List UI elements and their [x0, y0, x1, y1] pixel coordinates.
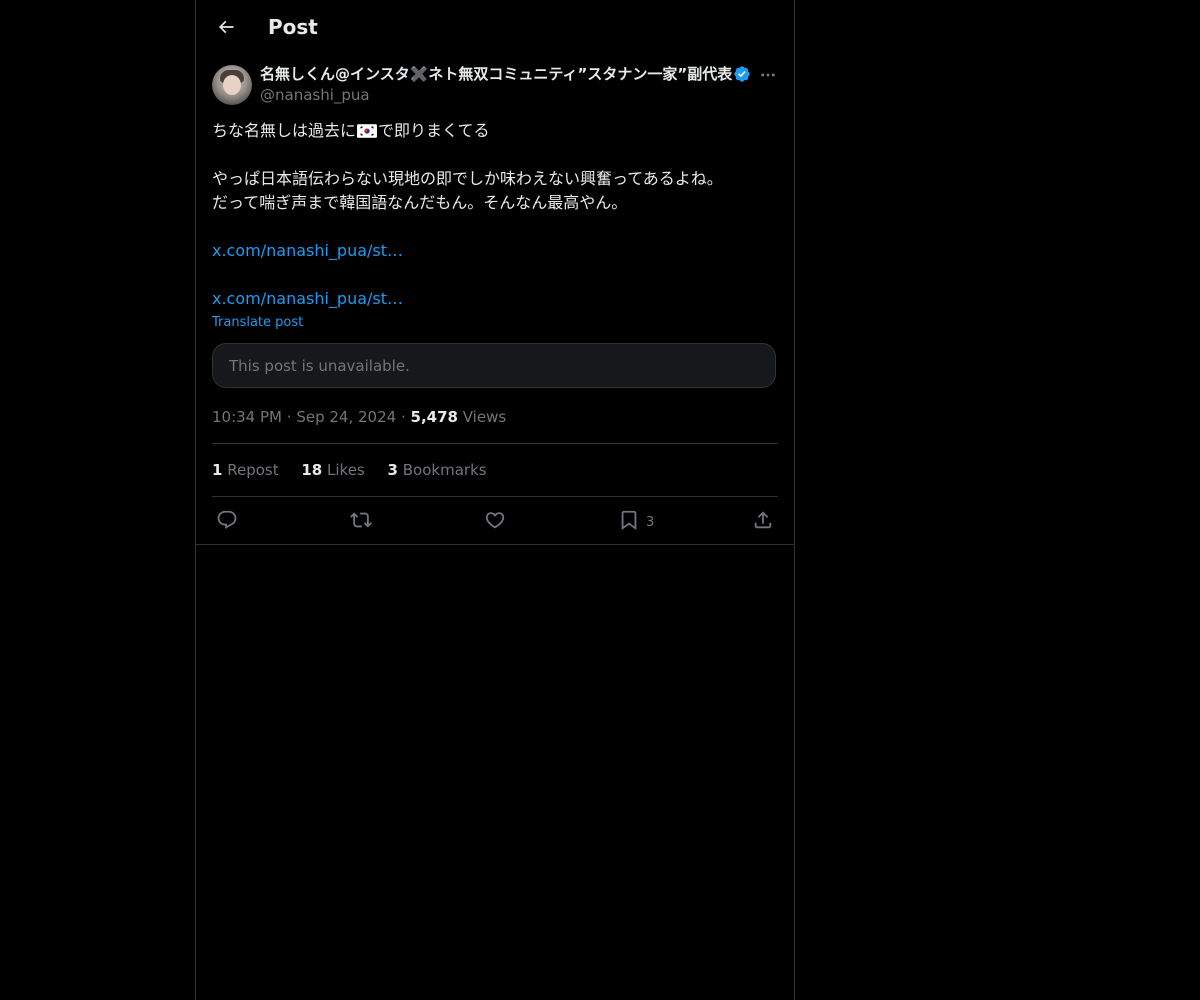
post-line-1-start: ちな名無しは過去に: [212, 121, 357, 140]
reposts-label: Repost: [227, 461, 279, 479]
post-line-1: ちな名無しは過去に で即りまくてる: [212, 119, 778, 143]
views-count: 5,478: [410, 408, 458, 426]
likes-stat[interactable]: 18 Likes: [301, 460, 364, 480]
bookmark-count: 3: [646, 514, 655, 530]
bookmarks-label: Bookmarks: [402, 461, 487, 479]
meta-separator: ·: [400, 408, 406, 426]
divider: [212, 443, 778, 444]
post-line-3: だって喘ぎ声まで韓国語なんだもん。そんなん最高やん。: [212, 193, 628, 212]
author-display-name[interactable]: 名無しくん@インスタ✖️ネト無双コミュニティ”スタナン一家”副代表: [260, 64, 732, 84]
likes-count: 18: [301, 461, 323, 479]
main-column: Post 名無しくん@インスタ✖️ネト無双コミュニティ”スタナン一家”副代表 @…: [195, 0, 795, 1000]
bookmark-button[interactable]: 3: [618, 507, 654, 533]
translate-post-link[interactable]: Translate post: [212, 314, 303, 332]
post-detail: 名無しくん@インスタ✖️ネト無双コミュニティ”スタナン一家”副代表 @nanas…: [196, 54, 794, 545]
views-label: Views: [462, 408, 507, 426]
reply-button[interactable]: [216, 507, 238, 533]
post-line-2: やっぱ日本語伝わらない現地の即でしか味わえない興奮ってあるよね。: [212, 169, 723, 188]
bookmarks-stat[interactable]: 3 Bookmarks: [388, 460, 487, 480]
post-link-1[interactable]: x.com/nanashi_pua/st…: [212, 239, 778, 263]
meta-separator: ·: [286, 408, 292, 426]
author-handle[interactable]: @nanashi_pua: [260, 85, 370, 105]
post-line-1-end: で即りまくてる: [378, 121, 490, 140]
arrow-left-icon: [218, 20, 234, 34]
post-stats: 1 Repost 18 Likes 3 Bookmarks: [212, 460, 505, 480]
unavailable-text: This post is unavailable.: [229, 357, 410, 375]
reply-icon: [217, 510, 237, 529]
divider: [212, 496, 778, 497]
likes-label: Likes: [327, 461, 365, 479]
share-icon: [754, 511, 772, 529]
repost-icon: [350, 512, 372, 528]
post-body: ちな名無しは過去に で即りまくてる やっぱ日本語伝わらない現地の即でしか味わえな…: [212, 119, 778, 311]
repost-button[interactable]: [350, 507, 372, 533]
avatar[interactable]: [212, 65, 252, 105]
south-korea-flag-icon: [357, 124, 378, 138]
bookmark-icon: [621, 510, 637, 531]
verified-badge-icon: [734, 66, 750, 82]
avatar-face: [223, 75, 241, 95]
heart-icon: [485, 512, 505, 529]
post-time[interactable]: 10:34 PM: [212, 408, 282, 426]
post-date[interactable]: Sep 24, 2024: [296, 408, 396, 426]
more-options-button[interactable]: [756, 63, 780, 87]
reposts-stat[interactable]: 1 Repost: [212, 460, 279, 480]
page-title: Post: [268, 15, 318, 39]
reposts-count: 1: [212, 461, 223, 479]
bookmarks-count: 3: [387, 461, 398, 479]
share-button[interactable]: [752, 507, 774, 533]
like-button[interactable]: [484, 507, 506, 533]
page-header: Post: [196, 0, 794, 54]
back-button[interactable]: [208, 9, 244, 45]
more-horizontal-icon: [761, 73, 775, 77]
post-link-2[interactable]: x.com/nanashi_pua/st…: [212, 287, 778, 311]
post-meta: 10:34 PM · Sep 24, 2024 · 5,478 Views: [212, 407, 506, 427]
quoted-post-unavailable: This post is unavailable.: [212, 343, 776, 388]
